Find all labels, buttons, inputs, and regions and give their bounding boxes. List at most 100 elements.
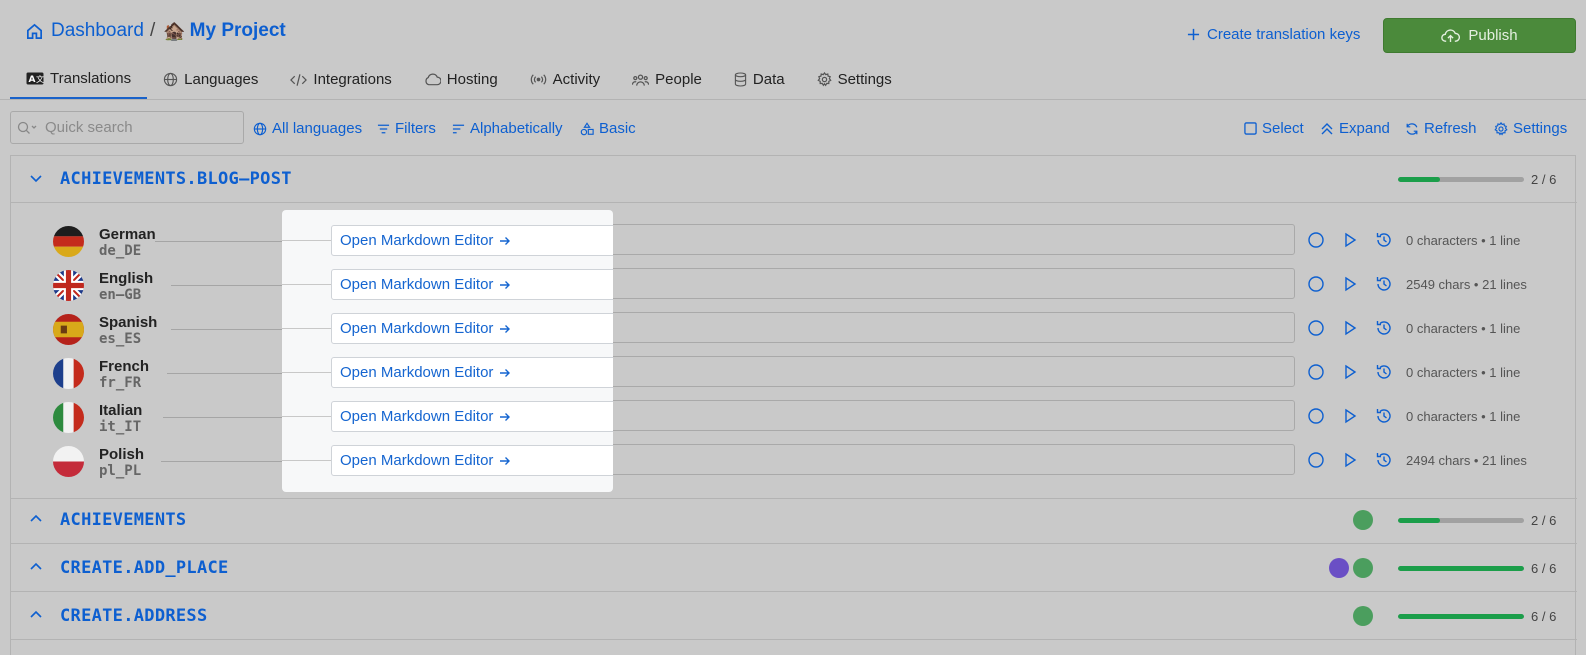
contributor-avatar xyxy=(1353,606,1373,626)
tab-data[interactable]: Data xyxy=(718,60,801,99)
sort-button[interactable]: Alphabetically xyxy=(452,120,563,137)
circle-status-icon[interactable] xyxy=(1307,319,1325,337)
open-markdown-editor-button-pl[interactable]: Open Markdown Editor xyxy=(331,445,613,476)
tab-activity[interactable]: Activity xyxy=(514,60,617,99)
language-code: it_IT xyxy=(99,419,142,435)
refresh-button[interactable]: Refresh xyxy=(1405,120,1477,137)
history-icon[interactable] xyxy=(1375,363,1393,381)
row-connector xyxy=(282,328,331,329)
translation-row-en: English en–GB 2549 chars • 21 lines xyxy=(11,263,1577,307)
group-progress-bar xyxy=(1398,565,1524,571)
chevron-up-icon[interactable] xyxy=(29,512,43,531)
contributor-avatar xyxy=(1353,558,1373,578)
home-icon[interactable] xyxy=(25,22,44,41)
translation-stats: 0 characters • 1 line xyxy=(1406,409,1521,424)
translation-row-it: Italian it_IT 0 characters • 1 line xyxy=(11,395,1577,439)
play-icon[interactable] xyxy=(1341,231,1359,249)
code-icon xyxy=(290,73,308,87)
button-label: Open Markdown Editor xyxy=(340,452,494,469)
group-progress-count: 2 / 6 xyxy=(1531,171,1557,187)
play-icon[interactable] xyxy=(1341,319,1359,337)
select-button[interactable]: Select xyxy=(1244,120,1304,137)
language-name: English xyxy=(99,270,154,287)
tab-languages[interactable]: Languages xyxy=(147,60,274,99)
publish-label: Publish xyxy=(1468,27,1518,44)
group-progress-count: 2 / 6 xyxy=(1531,512,1557,528)
language-name: Italian xyxy=(99,402,143,419)
open-markdown-editor-button-fr[interactable]: Open Markdown Editor xyxy=(331,357,613,388)
button-label: Open Markdown Editor xyxy=(340,364,494,381)
tab-integrations[interactable]: Integrations xyxy=(274,60,407,99)
checkbox-icon xyxy=(1244,122,1257,135)
cloud-icon xyxy=(424,73,441,86)
group-header-achievements-blog-post[interactable]: ACHIEVEMENTS.BLOG–POST 2 / 6 xyxy=(11,156,1577,203)
open-markdown-editor-button-it[interactable]: Open Markdown Editor xyxy=(331,401,613,432)
arrow-right-icon xyxy=(499,235,511,247)
language-name: Spanish xyxy=(99,314,158,331)
publish-button[interactable]: Publish xyxy=(1383,18,1576,53)
tab-people[interactable]: People xyxy=(616,60,718,99)
tab-label: Languages xyxy=(184,71,259,88)
chevron-up-icon[interactable] xyxy=(29,608,43,627)
history-icon[interactable] xyxy=(1375,319,1393,337)
history-icon[interactable] xyxy=(1375,231,1393,249)
contributor-avatar xyxy=(1353,510,1373,530)
circle-status-icon[interactable] xyxy=(1307,231,1325,249)
language-code: pl_PL xyxy=(99,463,142,479)
language-code: de_DE xyxy=(99,243,142,259)
history-icon[interactable] xyxy=(1375,451,1393,469)
shapes-icon xyxy=(580,121,594,136)
pl-flag-icon xyxy=(53,446,84,477)
tab-settings[interactable]: Settings xyxy=(801,60,908,99)
group-progress-fill xyxy=(1398,517,1440,523)
group-progress-count: 6 / 6 xyxy=(1531,560,1557,576)
play-icon[interactable] xyxy=(1341,363,1359,381)
play-icon[interactable] xyxy=(1341,407,1359,425)
language-name: German xyxy=(99,226,156,243)
group-header-achievements[interactable]: ACHIEVEMENTS 2 / 6 xyxy=(11,497,1577,544)
breadcrumb-project-link[interactable]: My Project xyxy=(190,20,286,42)
translation-row-pl: Polish pl_PL 2494 chars • 21 lines xyxy=(11,439,1577,483)
arrow-right-icon xyxy=(499,323,511,335)
history-icon[interactable] xyxy=(1375,275,1393,293)
create-translation-keys-label: Create translation keys xyxy=(1207,26,1361,43)
play-icon[interactable] xyxy=(1341,451,1359,469)
circle-status-icon[interactable] xyxy=(1307,451,1325,469)
quick-search-input[interactable]: Quick search xyxy=(10,111,244,144)
open-markdown-editor-button-es[interactable]: Open Markdown Editor xyxy=(331,313,613,344)
view-settings-button[interactable]: Settings xyxy=(1494,120,1567,137)
translation-groups-panel: ACHIEVEMENTS.BLOG–POST 2 / 6 German de_D… xyxy=(10,155,1577,655)
group-progress-fill xyxy=(1398,565,1524,571)
breadcrumb-dashboard-link[interactable]: Dashboard xyxy=(51,20,144,42)
expand-button[interactable]: Expand xyxy=(1320,120,1390,137)
circle-status-icon[interactable] xyxy=(1307,407,1325,425)
sort-label: Alphabetically xyxy=(470,120,563,137)
all-languages-button[interactable]: All languages xyxy=(253,120,362,137)
gear-icon xyxy=(816,72,832,87)
arrow-right-icon xyxy=(499,455,511,467)
create-translation-keys-button[interactable]: Create translation keys xyxy=(1187,26,1360,43)
view-mode-label: Basic xyxy=(599,120,636,137)
view-mode-button[interactable]: Basic xyxy=(580,120,636,137)
circle-status-icon[interactable] xyxy=(1307,275,1325,293)
translation-row-fr: French fr_FR 0 characters • 1 line xyxy=(11,351,1577,395)
play-icon[interactable] xyxy=(1341,275,1359,293)
translation-stats: 0 characters • 1 line xyxy=(1406,233,1521,248)
row-connector xyxy=(282,460,331,461)
tab-label: Activity xyxy=(552,71,601,88)
chevron-down-icon[interactable] xyxy=(29,171,43,190)
cloud-upload-icon xyxy=(1441,28,1461,44)
chevron-up-icon[interactable] xyxy=(29,560,43,579)
circle-status-icon[interactable] xyxy=(1307,363,1325,381)
button-label: Open Markdown Editor xyxy=(340,320,494,337)
group-header-create-address[interactable]: CREATE.ADDRESS 6 / 6 xyxy=(11,593,1577,640)
group-header-create-add-place[interactable]: CREATE.ADD_PLACE 6 / 6 xyxy=(11,545,1577,592)
tab-translations[interactable]: A文 Translations xyxy=(10,60,148,99)
open-markdown-editor-button-en[interactable]: Open Markdown Editor xyxy=(331,269,613,300)
open-markdown-editor-button-de[interactable]: Open Markdown Editor xyxy=(331,225,613,256)
history-icon[interactable] xyxy=(1375,407,1393,425)
tab-hosting[interactable]: Hosting xyxy=(408,60,514,99)
translation-row-es: Spanish es_ES 0 characters • 1 line xyxy=(11,307,1577,351)
double-chevron-up-icon xyxy=(1320,122,1334,136)
filters-button[interactable]: Filters xyxy=(377,120,436,137)
